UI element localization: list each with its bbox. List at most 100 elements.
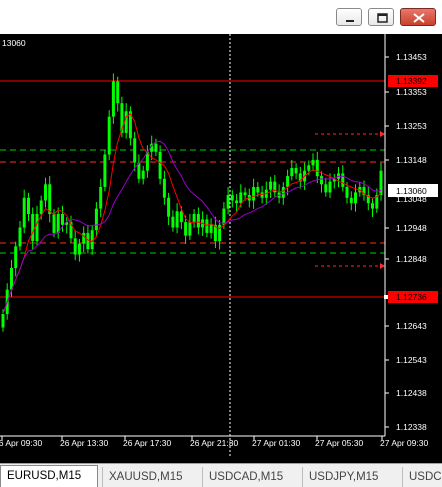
candle-body [107,116,111,155]
candle-body [167,197,171,217]
tab-xauusd[interactable]: XAUUSD,M15 [102,467,198,487]
candle-body [320,176,323,185]
candle-body [341,173,345,187]
price-scale-label: 1.12643 [396,321,427,331]
candle-body [99,187,103,209]
candle-body [103,154,107,187]
candle-body [286,176,290,187]
price-scale-label: 1.13148 [396,155,427,165]
candle-body [315,159,319,177]
time-scale-label: 26 Apr 21:30 [190,438,238,448]
tab-label: XAUUSD,M15 [109,471,183,483]
candle-body [349,197,353,204]
tab-label: USDJPY,M15 [309,471,379,483]
candle-body [35,214,39,241]
candle-body [269,181,273,190]
time-scale-label: 27 Apr 01:30 [252,438,300,448]
tab-usdc[interactable]: USDC [402,467,442,487]
tab-usdjpy[interactable]: USDJPY,M15 [302,467,398,487]
candle-body [230,195,234,201]
candle-body [31,214,35,241]
time-scale-label: 27 Apr 05:30 [315,438,363,448]
chart-tabs: EURUSD,M15 XAUUSD,M15 USDCAD,M15 USDJPY,… [0,463,442,487]
candle-body [188,222,192,236]
time-scale-label: 27 Apr 09:30 [380,438,428,448]
candle-body [111,81,115,117]
minimize-icon [346,20,354,22]
candle-body [116,81,120,104]
candle-body [39,200,43,214]
candle-body [281,187,285,198]
chart-canvas[interactable]: 1.13453 1.13353 1.13253 1.13148 1.12948 1.128… [0,34,442,456]
price-scale-label: 1.12543 [396,355,427,365]
candle-body [209,224,213,233]
candle-body [222,208,226,225]
time-scale-label: 26 Apr 13:30 [60,438,108,448]
tab-eurusd[interactable]: EURUSD,M15 [0,465,98,487]
candle-body [94,208,98,231]
candle-body [61,214,64,225]
candle-body [18,227,22,247]
restore-button[interactable] [368,8,394,26]
candle-body [252,187,256,201]
candle-body [179,211,183,223]
candle-body [324,184,328,193]
candle-body [1,314,5,328]
tab-label: EURUSD,M15 [7,470,82,482]
time-scale-label: 26 Apr 09:30 [0,438,42,448]
level-price-label: 1.12736 [396,292,427,302]
candle-body [235,200,239,204]
candle-body [86,232,90,250]
candle-body [226,195,230,209]
candle-body [354,192,357,204]
target-arrow-icon [380,131,385,137]
candle-body [184,222,188,236]
candle-body [56,214,60,233]
candle-body [243,192,247,196]
minimize-button[interactable] [336,8,362,26]
candle-body [196,214,200,228]
candle-body [154,143,158,152]
candle-body [141,170,145,179]
candle-body [311,159,315,166]
candle-body [307,165,311,171]
target-arrow-icon [380,263,385,269]
candle-body [27,197,30,214]
candle-body [328,181,332,193]
candle-body [77,243,81,255]
tab-label: USDCAD,M15 [209,471,284,483]
candle-body [133,138,137,163]
candle-body [294,168,298,174]
candle-body [205,219,209,233]
candle-body [73,238,77,255]
candle-body [175,211,179,228]
candle-body [158,151,162,179]
close-button[interactable] [400,8,436,26]
price-chart[interactable]: 1.13453 1.13353 1.13253 1.13148 1.12948 1.128… [0,34,442,456]
tab-usdcad[interactable]: USDCAD,M15 [202,467,298,487]
tab-label: USDC [409,471,442,483]
candle-body [52,214,56,233]
window-titlebar [0,0,442,34]
candle-body [345,187,349,198]
price-scale-label: 1.12438 [396,388,427,398]
level-price-label: 1.13392 [396,76,427,86]
candle-body [379,170,383,195]
level-anchor-handle [384,295,388,299]
candle-body [371,203,374,209]
candle-body [82,232,86,244]
candle-body [44,184,47,201]
price-scale-label: 1.13253 [396,121,427,131]
price-scale-label: 1.12848 [396,254,427,264]
candle-body [192,214,196,223]
price-scale-label: 1.13353 [396,87,427,97]
candle-body [239,192,243,204]
candle-body [22,197,26,228]
chart-bottom-gap [0,456,442,463]
candle-body [162,178,166,198]
price-scale-label: 1.13048 [396,194,427,204]
candle-body [256,187,260,193]
close-icon [413,13,425,23]
candle-body [260,192,264,198]
candle-body [124,111,128,133]
